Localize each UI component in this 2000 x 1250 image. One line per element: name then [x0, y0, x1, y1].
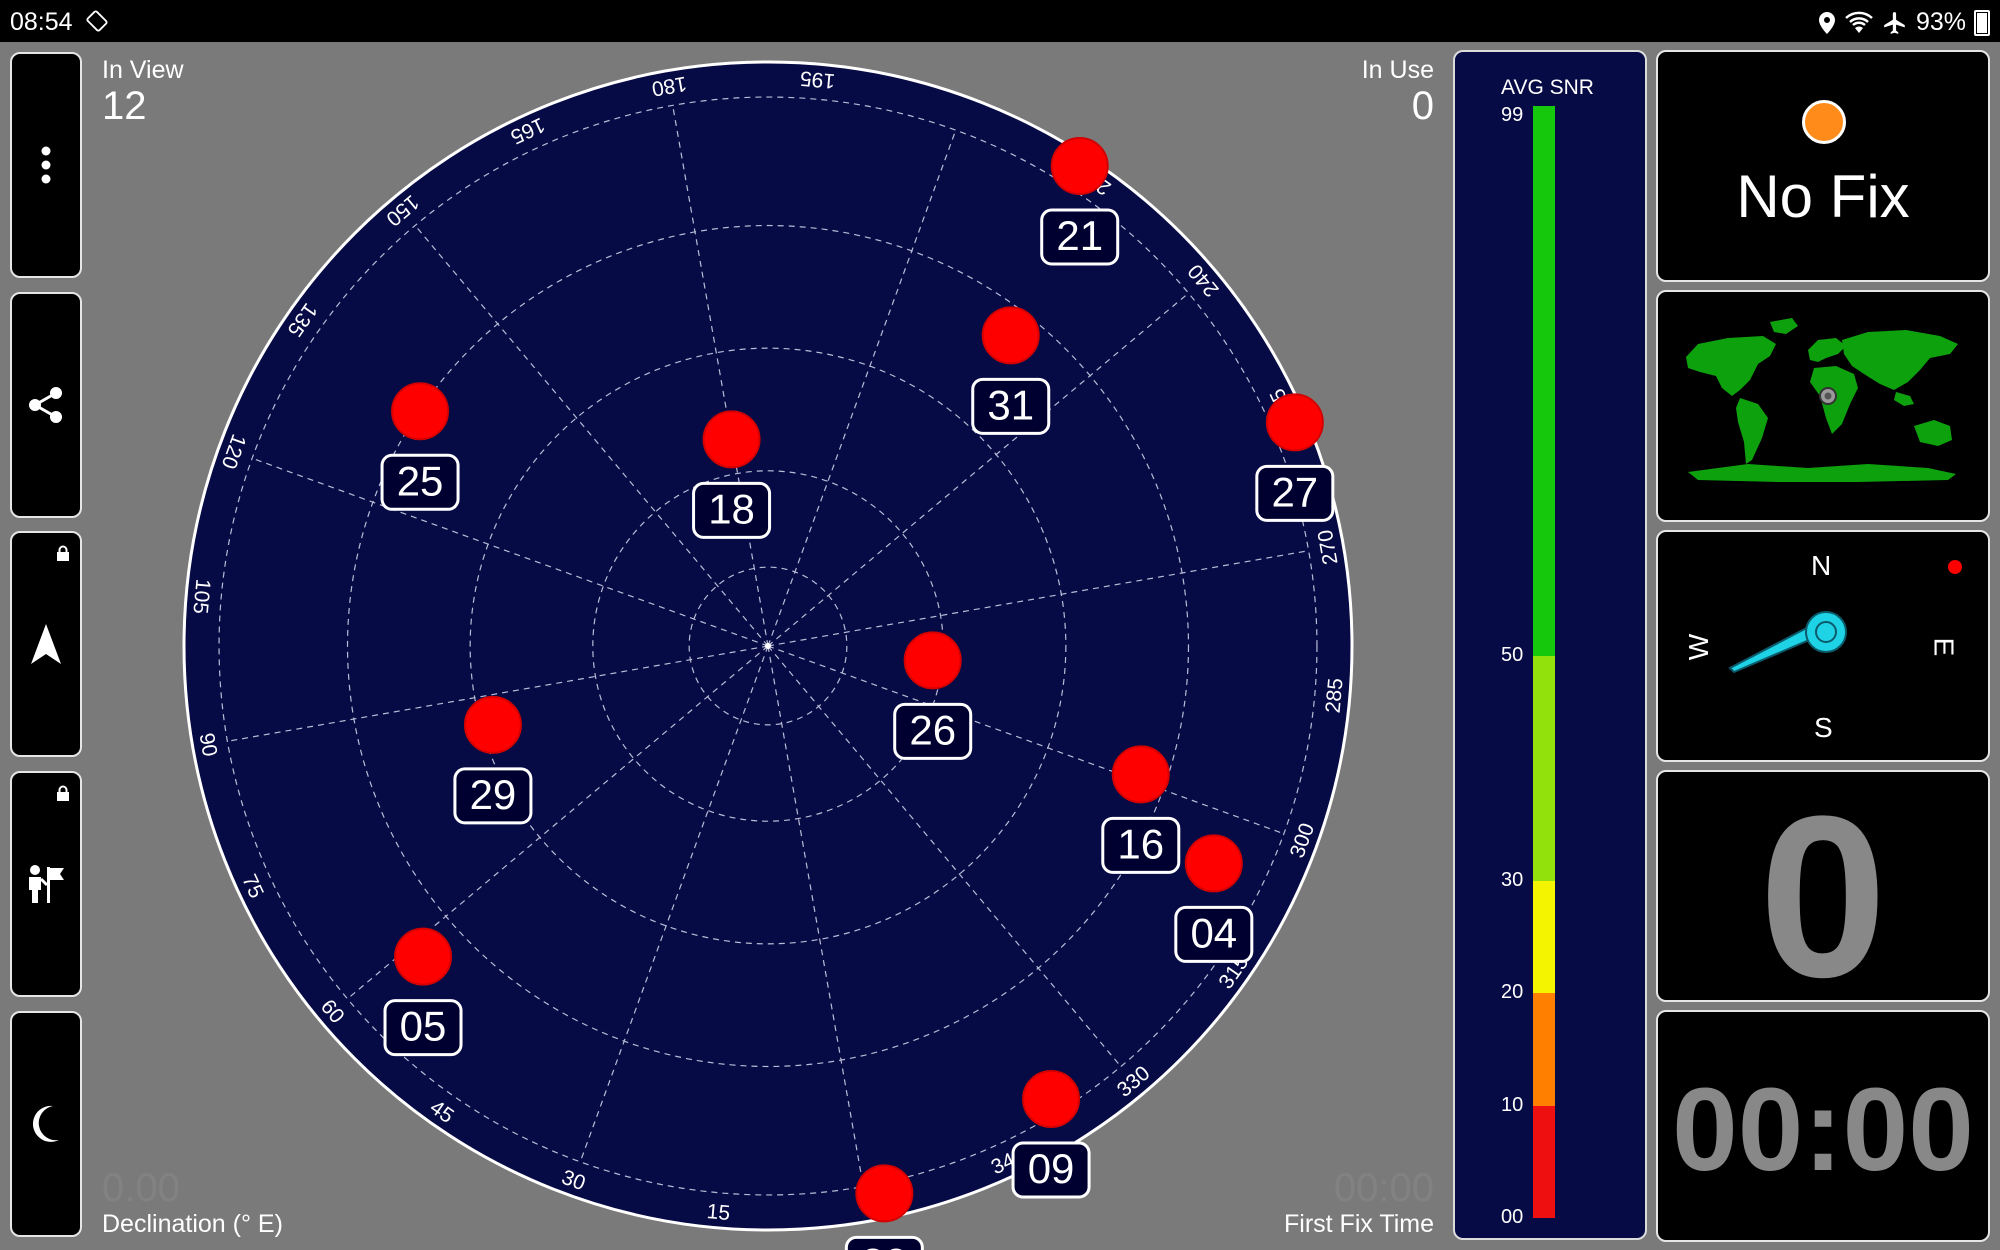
bearing-label: 285 [1322, 677, 1348, 714]
satellite-dot [981, 306, 1040, 365]
satellites-used-value: 0 [1759, 768, 1887, 1025]
time-to-fix-panel: 00:00 [1656, 1010, 1990, 1242]
satellite-id: 09 [1028, 1145, 1075, 1192]
satellites-used-panel: 0 [1656, 768, 1990, 1025]
snr-tick-label: 10 [1501, 1093, 1524, 1116]
satellite-dot [394, 927, 453, 986]
satellite-id: 18 [708, 485, 755, 532]
satellite-dot [855, 1164, 914, 1223]
fix-status-indicator [1802, 100, 1846, 144]
snr-band [1533, 881, 1555, 994]
snr-panel: AVG SNR 99 50 30 20 10 00 [1453, 50, 1647, 1240]
snr-band [1533, 993, 1555, 1106]
first-fix-label: First Fix Time [1284, 1210, 1434, 1238]
declination-label: Declination (° E) [102, 1210, 283, 1238]
satellite-id: 20 [861, 1239, 908, 1250]
satellite-dot [903, 631, 962, 690]
first-fix-value: 00:00 [1333, 1166, 1434, 1210]
bearing-label: 15 [706, 1200, 731, 1225]
bearing-label: 195 [799, 66, 836, 92]
satellite-id: 31 [987, 381, 1034, 428]
in-view-label: In View [102, 56, 184, 84]
satellite-id: 05 [400, 1003, 447, 1050]
snr-band [1533, 656, 1555, 882]
snr-band [1533, 106, 1555, 657]
snr-tick-label: 20 [1501, 981, 1524, 1004]
satellite-id: 29 [470, 771, 517, 818]
satellite-id: 16 [1117, 820, 1164, 867]
bearing-label: 90 [195, 731, 222, 758]
time-to-fix-value: 00:00 [1672, 1064, 1974, 1196]
bearing-label: 105 [188, 578, 214, 615]
satellite-dot [1265, 393, 1324, 452]
world-map-panel[interactable] [1656, 290, 1990, 522]
in-view-value: 12 [102, 84, 147, 128]
satellite-id: 26 [909, 706, 956, 753]
snr-tick-label: 99 [1501, 104, 1524, 126]
satellite-dot [1050, 137, 1109, 196]
satellite-dot [1022, 1069, 1081, 1128]
satellite-id: 25 [397, 457, 444, 504]
world-map [1686, 318, 1958, 482]
satellite-dot [1111, 745, 1170, 804]
satellite-id: 21 [1056, 212, 1103, 259]
snr-tick-label: 50 [1501, 644, 1524, 667]
satellite-dot [1184, 834, 1243, 893]
compass-needle-icon [1728, 611, 1847, 674]
fix-status-text: No Fix [1736, 163, 1910, 230]
satellite-id: 27 [1271, 468, 1318, 515]
fix-status-panel[interactable]: No Fix [1656, 50, 1990, 282]
snr-title: AVG SNR [1501, 76, 1594, 99]
snr-tick-label: 30 [1501, 869, 1524, 892]
snr-tick-label: 00 [1501, 1206, 1524, 1228]
snr-band [1533, 1105, 1555, 1218]
satellite-dot [391, 382, 450, 441]
in-use-value: 0 [1411, 84, 1434, 128]
satellite-id: 04 [1190, 909, 1237, 956]
satellite-dot [702, 410, 761, 469]
declination-value: 0.00 [102, 1166, 180, 1210]
in-use-label: In Use [1361, 56, 1434, 84]
sky-center [765, 643, 771, 649]
satellite-dot [463, 695, 522, 754]
compass-panel: N E S W [1656, 530, 1990, 762]
